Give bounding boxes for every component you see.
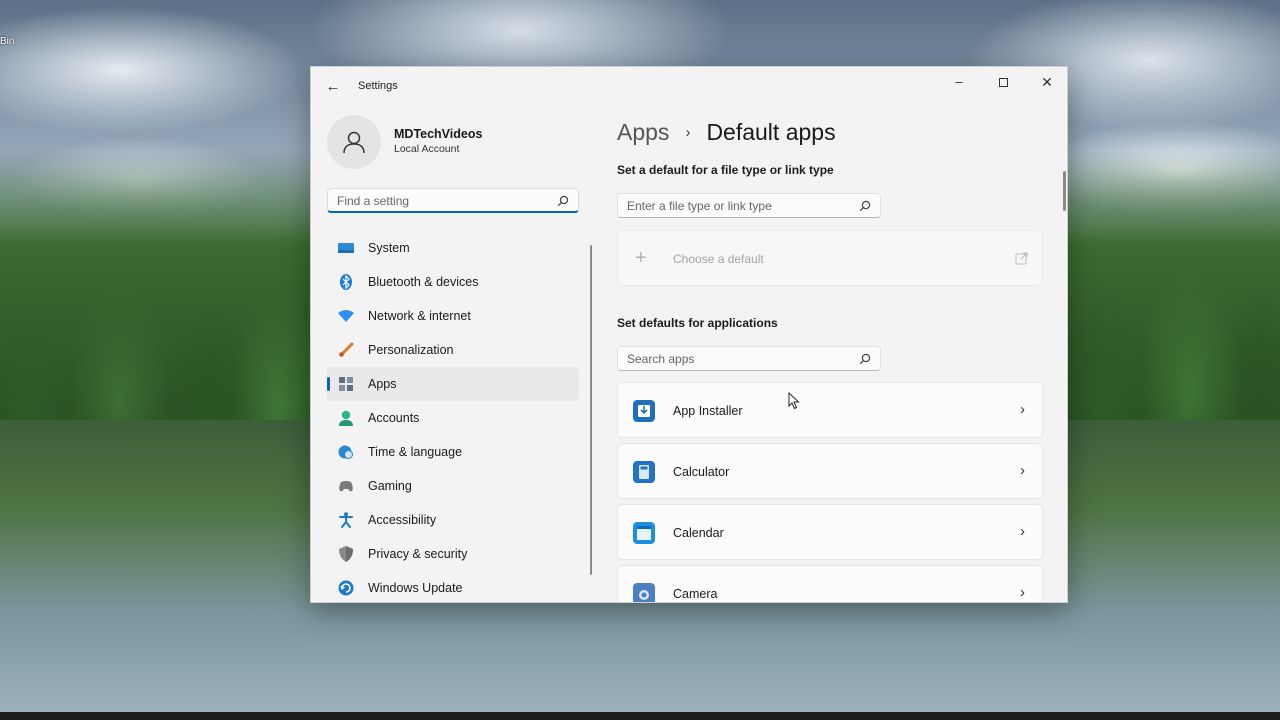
- chevron-right-icon: ›: [1020, 584, 1025, 601]
- mouse-cursor-icon: [788, 392, 800, 410]
- app-card-camera[interactable]: Camera ›: [617, 565, 1043, 602]
- camera-icon: [633, 583, 655, 602]
- chevron-right-icon: ›: [1020, 462, 1025, 479]
- window-title: Settings: [358, 80, 398, 92]
- maximize-icon: [998, 78, 1008, 88]
- app-name: App Installer: [673, 404, 743, 418]
- apps-search-input[interactable]: [627, 351, 827, 367]
- maximize-button[interactable]: [981, 69, 1025, 95]
- sidebar-item-label: Accounts: [368, 411, 420, 425]
- chevron-right-icon: ›: [1020, 401, 1025, 418]
- sidebar-item-label: Accessibility: [368, 513, 437, 527]
- open-external-icon: [1015, 252, 1028, 265]
- system-icon: [338, 240, 354, 256]
- find-setting-input[interactable]: [337, 193, 537, 209]
- back-arrow-icon: ←: [325, 78, 341, 95]
- sidebar-nav: System Bluetooth & devices Network & int…: [327, 231, 581, 602]
- choose-default-card: + Choose a default: [617, 230, 1043, 286]
- app-name: Camera: [673, 587, 718, 601]
- app-installer-icon: [633, 400, 655, 422]
- user-profile[interactable]: MDTechVideos Local Account: [327, 115, 587, 169]
- plus-icon: +: [635, 247, 647, 269]
- sidebar-item-label: Personalization: [368, 343, 454, 357]
- sidebar-item-system[interactable]: System: [327, 231, 579, 265]
- back-button[interactable]: ←: [323, 77, 343, 97]
- settings-window: ← Settings – ✕ MDTechVideos Local Accoun…: [310, 66, 1068, 603]
- sidebar-item-label: Bluetooth & devices: [368, 275, 479, 289]
- main-scrollbar[interactable]: [1063, 171, 1066, 211]
- apps-search-box[interactable]: [617, 346, 881, 371]
- sidebar-item-gaming[interactable]: Gaming: [327, 469, 579, 503]
- sidebar-item-accounts[interactable]: Accounts: [327, 401, 579, 435]
- sidebar-item-windows-update[interactable]: Windows Update: [327, 571, 579, 602]
- app-name: Calendar: [673, 526, 724, 540]
- minimize-icon: –: [955, 74, 963, 89]
- search-icon: [859, 200, 871, 212]
- search-icon: [859, 353, 871, 365]
- sidebar-item-label: Windows Update: [368, 581, 463, 595]
- title-bar: ← Settings – ✕: [311, 67, 1067, 107]
- breadcrumb: Apps › Default apps: [617, 115, 836, 149]
- choose-default-label: Choose a default: [673, 252, 764, 266]
- bluetooth-icon: [338, 274, 354, 290]
- sidebar-item-personalization[interactable]: Personalization: [327, 333, 579, 367]
- recycle-bin-label[interactable]: Bin: [0, 36, 14, 47]
- sidebar-item-label: Network & internet: [368, 309, 471, 323]
- filetype-section-title: Set a default for a file type or link ty…: [617, 163, 834, 177]
- calculator-icon: [633, 461, 655, 483]
- accessibility-icon: [338, 512, 354, 528]
- sidebar-item-time-language[interactable]: Time & language: [327, 435, 579, 469]
- filetype-search-input[interactable]: [627, 198, 827, 214]
- chevron-right-icon: ›: [1020, 523, 1025, 540]
- breadcrumb-apps[interactable]: Apps: [617, 119, 669, 146]
- breadcrumb-separator: ›: [685, 123, 691, 141]
- sidebar-item-privacy[interactable]: Privacy & security: [327, 537, 579, 571]
- app-card-calculator[interactable]: Calculator ›: [617, 443, 1043, 499]
- sidebar-item-network[interactable]: Network & internet: [327, 299, 579, 333]
- globe-clock-icon: [338, 444, 354, 460]
- sidebar-scrollbar[interactable]: [590, 245, 592, 575]
- accounts-icon: [338, 410, 354, 426]
- sidebar-item-label: System: [368, 241, 410, 255]
- search-icon: [557, 195, 569, 207]
- wifi-icon: [338, 308, 354, 324]
- gamepad-icon: [338, 478, 354, 494]
- app-card-app-installer[interactable]: App Installer ›: [617, 382, 1043, 438]
- minimize-button[interactable]: –: [937, 69, 981, 95]
- app-name: Calculator: [673, 465, 730, 479]
- app-card-calendar[interactable]: Calendar ›: [617, 504, 1043, 560]
- user-icon: [343, 131, 365, 154]
- apps-icon: [338, 376, 354, 392]
- apps-section-title: Set defaults for applications: [617, 316, 778, 330]
- filetype-search-box[interactable]: [617, 193, 881, 218]
- sidebar-item-label: Gaming: [368, 479, 412, 493]
- close-button[interactable]: ✕: [1025, 69, 1067, 95]
- taskbar: [0, 712, 1280, 720]
- sidebar-item-label: Time & language: [368, 445, 463, 459]
- find-setting-box[interactable]: [327, 188, 579, 213]
- sidebar-item-label: Privacy & security: [368, 547, 468, 561]
- sidebar-item-apps[interactable]: Apps: [327, 367, 579, 401]
- calendar-icon: [633, 522, 655, 544]
- avatar: [327, 115, 381, 169]
- sidebar-item-bluetooth[interactable]: Bluetooth & devices: [327, 265, 579, 299]
- sidebar-item-label: Apps: [368, 377, 397, 391]
- shield-icon: [338, 546, 354, 562]
- page-title: Default apps: [706, 118, 836, 145]
- account-type: Local Account: [394, 143, 460, 155]
- brush-icon: [338, 342, 354, 358]
- update-icon: [338, 580, 354, 596]
- user-name: MDTechVideos: [394, 127, 483, 141]
- close-icon: ✕: [1041, 74, 1053, 90]
- sidebar-item-accessibility[interactable]: Accessibility: [327, 503, 579, 537]
